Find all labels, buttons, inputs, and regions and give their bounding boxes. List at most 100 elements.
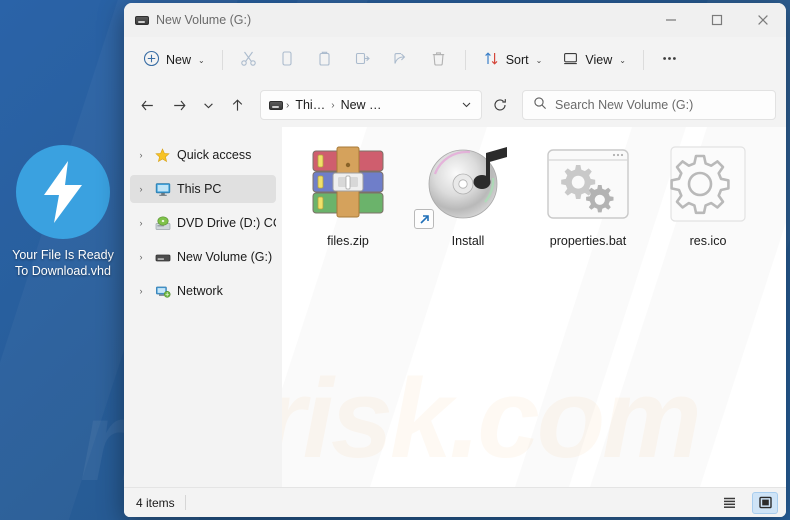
toolbar-divider (464, 50, 466, 70)
toolbar-divider (221, 50, 223, 70)
drive-icon (269, 100, 283, 110)
file-name: files.zip (327, 234, 369, 248)
title-bar[interactable]: New Volume (G:) (124, 3, 786, 37)
sort-button[interactable]: Sort ⌄ (474, 44, 552, 76)
file-item-properties-bat[interactable]: properties.bat (528, 139, 648, 253)
file-item-install[interactable]: Install (408, 139, 528, 253)
close-button[interactable] (740, 3, 786, 37)
copy-icon (278, 50, 295, 70)
file-thumbnail (530, 145, 646, 227)
search-icon (533, 96, 547, 115)
recent-locations-button[interactable] (196, 90, 220, 120)
status-divider (184, 495, 186, 510)
chevron-right-icon[interactable]: › (134, 252, 148, 262)
archive-rar-icon (307, 145, 389, 228)
gear-outline-icon (668, 145, 748, 227)
breadcrumb-separator: › (286, 99, 290, 111)
minimize-button[interactable] (648, 3, 694, 37)
bolt-badge-icon (16, 145, 110, 239)
more-options-icon (661, 50, 678, 70)
up-button[interactable] (222, 90, 252, 120)
window-gears-icon (546, 147, 630, 226)
network-icon (154, 283, 171, 300)
copy-button[interactable] (269, 44, 305, 76)
new-button[interactable]: New ⌄ (134, 44, 214, 76)
dvd-drive-icon (154, 215, 171, 232)
file-name: Install (451, 234, 485, 248)
file-item-files-zip[interactable]: files.zip (288, 139, 408, 253)
delete-button[interactable] (421, 44, 457, 76)
back-button[interactable] (132, 90, 162, 120)
item-count-label: 4 items (136, 495, 175, 510)
sidebar-item-network[interactable]: › Network (130, 277, 276, 305)
view-button[interactable]: View ⌄ (553, 44, 635, 76)
maximize-button[interactable] (694, 3, 740, 37)
file-thumbnail (410, 144, 526, 229)
file-thumbnail (290, 145, 406, 227)
new-button-label: New (166, 53, 192, 67)
title-bar-left: New Volume (G:) (124, 13, 251, 27)
file-name: properties.bat (549, 234, 627, 248)
rename-icon (354, 50, 371, 70)
chevron-right-icon[interactable]: › (134, 286, 148, 296)
drive-icon (135, 15, 149, 25)
breadcrumb-item-new-volume[interactable]: New … (338, 96, 385, 114)
more-options-button[interactable] (652, 44, 688, 76)
sidebar-item-label: This PC (177, 182, 222, 196)
chevron-down-icon: ⌄ (619, 55, 626, 65)
monitor-icon (154, 181, 171, 198)
desktop-file-icon[interactable]: Your File Is Ready To Download.vhd (4, 145, 122, 279)
window-body: › Quick access › This PC › DVD Drive (D:… (124, 127, 786, 487)
file-grid: files.zip Install properties.bat res.ico (282, 127, 786, 265)
list-view-button[interactable] (716, 492, 742, 514)
file-thumbnail (650, 145, 766, 227)
window-title: New Volume (G:) (156, 13, 252, 27)
file-item-res-ico[interactable]: res.ico (648, 139, 768, 253)
refresh-button[interactable] (486, 90, 514, 120)
paste-button[interactable] (307, 44, 343, 76)
sidebar-item-label: DVD Drive (D:) CCCC (177, 216, 276, 230)
sidebar-item-label: Quick access (177, 148, 252, 162)
tiles-view-button[interactable] (752, 491, 778, 514)
sort-button-label: Sort (505, 53, 529, 67)
status-bar: 4 items (124, 487, 786, 517)
trash-icon (430, 50, 447, 70)
drive-icon (154, 249, 171, 266)
sidebar-item-label: Network (177, 284, 223, 298)
sidebar-item-label: New Volume (G:) (177, 250, 273, 264)
command-bar: New ⌄ Sort ⌄ View ⌄ (124, 37, 786, 83)
toolbar-divider (642, 50, 644, 70)
view-button-label: View (585, 53, 613, 67)
forward-button[interactable] (164, 90, 194, 120)
address-bar[interactable]: › Thi… › New … (260, 90, 482, 120)
rename-button[interactable] (345, 44, 381, 76)
file-explorer-window: New Volume (G:) New ⌄ Sort ⌄ View ⌄ › Th… (124, 3, 786, 517)
file-name: res.ico (689, 234, 727, 248)
chevron-right-icon[interactable]: › (134, 218, 148, 228)
navigation-bar: › Thi… › New … Search New Volume (G:) (124, 83, 786, 127)
sidebar-item-this-pc[interactable]: › This PC (130, 175, 276, 203)
sort-arrows-icon (483, 50, 500, 70)
desktop-file-label: Your File Is Ready To Download.vhd (12, 248, 114, 278)
chevron-right-icon[interactable]: › (134, 150, 148, 160)
chevron-right-icon[interactable]: › (134, 184, 148, 194)
cut-button[interactable] (231, 44, 267, 76)
breadcrumb-separator: › (331, 99, 335, 111)
share-icon (392, 50, 409, 70)
sidebar-item-new-volume[interactable]: › New Volume (G:) (130, 243, 276, 271)
share-button[interactable] (383, 44, 419, 76)
monitor-icon (562, 50, 579, 70)
scissors-icon (240, 50, 257, 70)
shortcut-overlay-icon (414, 209, 434, 229)
content-watermark: risk.com (282, 356, 702, 481)
file-list-pane[interactable]: risk.com files.zip Install properties.ba… (282, 127, 786, 487)
sidebar-item-quick-access[interactable]: › Quick access (130, 141, 276, 169)
chevron-down-icon: ⌄ (198, 55, 205, 65)
sidebar-item-dvd-drive[interactable]: › DVD Drive (D:) CCCC (130, 209, 276, 237)
paste-icon (316, 50, 333, 70)
search-box[interactable]: Search New Volume (G:) (522, 90, 776, 120)
search-input[interactable]: Search New Volume (G:) (555, 98, 693, 112)
media-disc-icon (425, 144, 511, 229)
breadcrumb-item-this-pc[interactable]: Thi… (292, 96, 328, 114)
address-chevron-down-icon[interactable] (456, 99, 477, 112)
